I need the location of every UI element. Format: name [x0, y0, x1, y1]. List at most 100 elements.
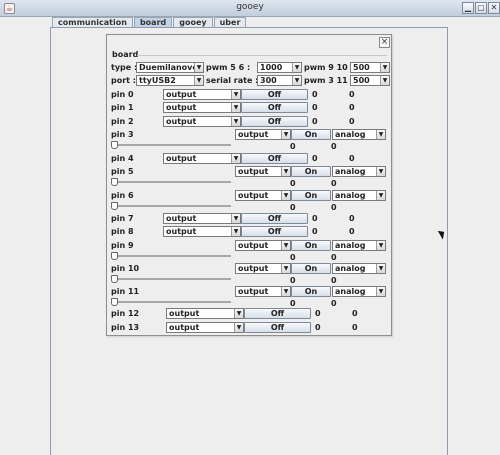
close-icon[interactable]: ✕	[488, 2, 500, 14]
chevron-down-icon: ▼	[234, 309, 243, 318]
pin-10-toggle-button[interactable]: On	[291, 263, 331, 274]
pin-7-value-b: 0	[349, 214, 355, 223]
pwm311-select[interactable]: 500 ▼	[350, 75, 390, 86]
pwm910-label: pwm 9 10 :	[304, 63, 354, 72]
pin-9-value-b: 0	[331, 253, 337, 262]
pin-13-mode-select[interactable]: output ▼	[166, 322, 244, 333]
pin-9-label: pin 9	[111, 241, 134, 250]
pin-2-mode-select[interactable]: output ▼	[163, 116, 241, 127]
pin-9-analog-select[interactable]: analog ▼	[332, 240, 386, 251]
serial-rate-select[interactable]: 300 ▼	[257, 75, 302, 86]
pin-4-toggle-button[interactable]: Off	[241, 153, 308, 164]
pin-10-slider[interactable]	[111, 275, 231, 283]
pin-12-mode-select[interactable]: output ▼	[166, 308, 244, 319]
slider-track	[111, 181, 231, 183]
slider-track	[111, 205, 231, 207]
pin-6-mode-select[interactable]: output ▼	[235, 190, 291, 201]
pin-7-toggle-button[interactable]: Off	[241, 213, 308, 224]
pin-3-slider[interactable]	[111, 141, 231, 149]
maximize-icon[interactable]: ▢	[475, 2, 487, 14]
pin-2-value-a: 0	[312, 117, 318, 126]
pin-6-value-b: 0	[331, 203, 337, 212]
pin-6-slider[interactable]	[111, 202, 231, 210]
pin-9-mode-select[interactable]: output ▼	[235, 240, 291, 251]
type-label: type :	[111, 63, 138, 72]
pin-1-toggle-button[interactable]: Off	[241, 102, 308, 113]
pin-4-label: pin 4	[111, 154, 134, 163]
pin-2-label: pin 2	[111, 117, 134, 126]
minimize-icon[interactable]: ▁	[462, 2, 474, 14]
title-bar[interactable]: ☕ gooey ▁ ▢ ✕	[0, 0, 500, 17]
pin-3-analog-select[interactable]: analog ▼	[332, 129, 386, 140]
tab-uber[interactable]: uber	[213, 17, 247, 27]
close-icon[interactable]: ×	[379, 37, 390, 48]
pin-5-analog-select[interactable]: analog ▼	[332, 166, 386, 177]
slider-thumb[interactable]	[111, 275, 118, 283]
slider-thumb[interactable]	[111, 202, 118, 210]
pin-3-label: pin 3	[111, 130, 134, 139]
pin-3-mode-select[interactable]: output ▼	[235, 129, 291, 140]
tab-communication[interactable]: communication	[52, 17, 133, 27]
pin-1-mode-select[interactable]: output ▼	[163, 102, 241, 113]
pin-6-toggle-button[interactable]: On	[291, 190, 331, 201]
window-title: gooey	[236, 2, 264, 12]
pin-0-toggle-button[interactable]: Off	[241, 89, 308, 100]
pin-9-value-a: 0	[290, 253, 296, 262]
pin-0-value-a: 0	[312, 90, 318, 99]
pin-12-toggle-button[interactable]: Off	[244, 308, 311, 319]
pin-5-toggle-button[interactable]: On	[291, 166, 331, 177]
pin-6-value-a: 0	[290, 203, 296, 212]
chevron-down-icon: ▼	[281, 191, 290, 200]
slider-thumb[interactable]	[111, 298, 118, 306]
tab-board[interactable]: board	[133, 17, 173, 27]
pin-3-toggle-button[interactable]: On	[291, 129, 331, 140]
pin-1-label: pin 1	[111, 103, 134, 112]
pin-5-value-b: 0	[331, 179, 337, 188]
pin-11-mode-select[interactable]: output ▼	[235, 286, 291, 297]
pin-5-mode-select[interactable]: output ▼	[235, 166, 291, 177]
pin-8-mode-select[interactable]: output ▼	[163, 226, 241, 237]
chevron-down-icon: ▼	[231, 227, 240, 236]
pin-12-value-b: 0	[352, 309, 358, 318]
pin-6-label: pin 6	[111, 191, 134, 200]
pin-2-value-b: 0	[349, 117, 355, 126]
pin-3-value-b: 0	[331, 142, 337, 151]
tab-bar: communication board gooey uber	[52, 17, 247, 27]
chevron-down-icon: ▼	[281, 264, 290, 273]
pin-13-toggle-button[interactable]: Off	[244, 322, 311, 333]
type-select[interactable]: Duemilanove ▼	[136, 62, 204, 73]
slider-track	[111, 144, 231, 146]
pin-10-value-b: 0	[331, 276, 337, 285]
chevron-down-icon: ▼	[376, 287, 385, 296]
pin-5-slider[interactable]	[111, 178, 231, 186]
pin-1-value-a: 0	[312, 103, 318, 112]
slider-thumb[interactable]	[111, 178, 118, 186]
pin-11-toggle-button[interactable]: On	[291, 286, 331, 297]
pin-9-slider[interactable]	[111, 252, 231, 260]
pin-10-mode-select[interactable]: output ▼	[235, 263, 291, 274]
pin-2-toggle-button[interactable]: Off	[241, 116, 308, 127]
pin-4-value-a: 0	[312, 154, 318, 163]
slider-thumb[interactable]	[111, 252, 118, 260]
pwm56-select[interactable]: 1000 ▼	[257, 62, 302, 73]
pin-13-label: pin 13	[111, 323, 140, 332]
chevron-down-icon: ▼	[376, 130, 385, 139]
slider-thumb[interactable]	[111, 141, 118, 149]
pin-7-mode-select[interactable]: output ▼	[163, 213, 241, 224]
pin-6-analog-select[interactable]: analog ▼	[332, 190, 386, 201]
pin-0-label: pin 0	[111, 90, 134, 99]
pin-9-toggle-button[interactable]: On	[291, 240, 331, 251]
pin-5-value-a: 0	[290, 179, 296, 188]
pin-10-analog-select[interactable]: analog ▼	[332, 263, 386, 274]
pin-4-mode-select[interactable]: output ▼	[163, 153, 241, 164]
pin-11-slider[interactable]	[111, 298, 231, 306]
chevron-down-icon: ▼	[380, 76, 389, 85]
pwm910-select[interactable]: 500 ▼	[350, 62, 390, 73]
port-select[interactable]: ttyUSB2 ▼	[136, 75, 204, 86]
board-frame: × board type : Duemilanove ▼ pwm 5 6 : 10…	[106, 34, 392, 336]
pin-8-toggle-button[interactable]: Off	[241, 226, 308, 237]
tab-gooey[interactable]: gooey	[173, 17, 213, 27]
pin-0-mode-select[interactable]: output ▼	[163, 89, 241, 100]
pin-10-value-a: 0	[290, 276, 296, 285]
pin-11-analog-select[interactable]: analog ▼	[332, 286, 386, 297]
